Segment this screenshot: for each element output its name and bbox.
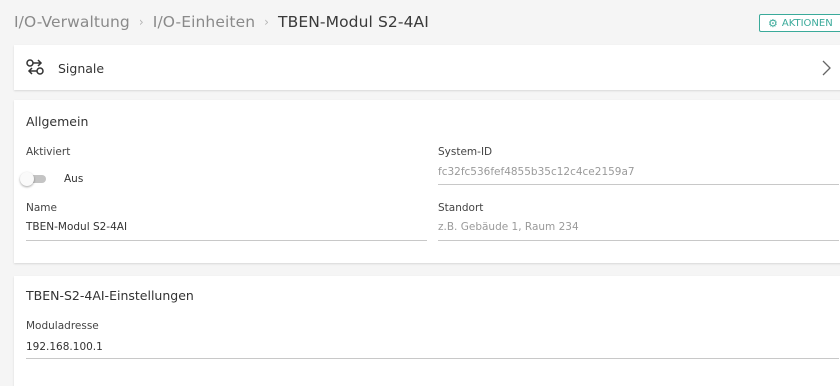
signals-icon [26, 59, 44, 75]
section-title-einstellungen: TBEN-S2-4AI-Einstellungen [26, 288, 194, 303]
aktiviert-state-label: Aus [64, 173, 84, 185]
name-underline [26, 240, 427, 241]
standort-label: Standort [438, 202, 484, 214]
moduladresse-input[interactable]: 192.168.100.1 [26, 341, 103, 353]
toggle-knob [20, 172, 34, 186]
signale-label: Signale [58, 61, 105, 76]
moduladresse-underline [26, 358, 839, 359]
signale-row[interactable]: Signale [14, 45, 840, 90]
breadcrumb-separator: › [138, 15, 144, 29]
gear-icon: ⚙ [768, 17, 778, 30]
system-id-underline [438, 184, 839, 185]
einstellungen-section: TBEN-S2-4AI-Einstellungen Moduladresse 1… [14, 276, 840, 386]
page-title: TBEN-Modul S2-4AI [278, 13, 429, 31]
breadcrumb-separator: › [264, 15, 270, 29]
aktiviert-label: Aktiviert [26, 146, 71, 158]
allgemein-section: Allgemein Aktiviert System-ID fc32fc536f… [14, 100, 840, 263]
top-bar: I/O-Verwaltung › I/O-Einheiten › TBEN-Modul … [0, 0, 840, 44]
breadcrumb-io-verwaltung[interactable]: I/O-Verwaltung [14, 13, 130, 31]
moduladresse-label: Moduladresse [26, 320, 99, 332]
name-label: Name [26, 202, 57, 214]
system-id-label: System-ID [438, 146, 493, 158]
actions-button-label: AKTIONEN [781, 18, 833, 29]
actions-button[interactable]: ⚙ AKTIONEN [759, 14, 840, 32]
standort-underline [438, 240, 839, 241]
section-title-allgemein: Allgemein [26, 114, 89, 129]
system-id-value: fc32fc536fef4855b35c12c4ce2159a7 [438, 166, 635, 178]
chevron-right-icon [822, 60, 831, 76]
breadcrumb-io-einheiten[interactable]: I/O-Einheiten [153, 13, 255, 31]
breadcrumb: I/O-Verwaltung › I/O-Einheiten › TBEN-Modul … [14, 13, 429, 31]
aktiviert-toggle[interactable] [20, 172, 48, 186]
standort-input[interactable]: z.B. Gebäude 1, Raum 234 [438, 221, 579, 233]
name-input[interactable]: TBEN-Modul S2-4AI [26, 221, 127, 233]
